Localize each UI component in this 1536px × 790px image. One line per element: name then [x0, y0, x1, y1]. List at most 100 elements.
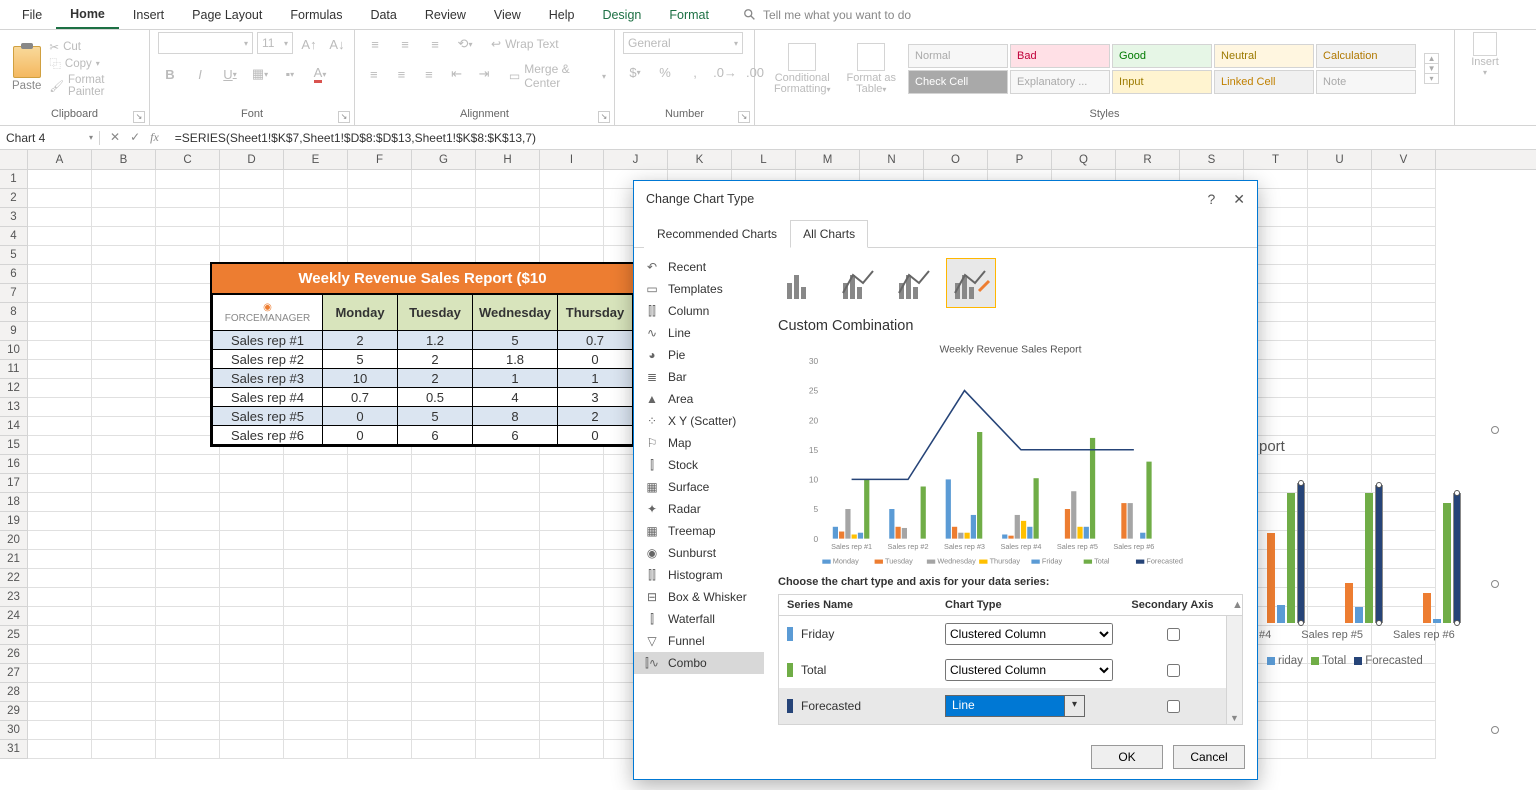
cell[interactable] [156, 721, 220, 740]
cell[interactable] [348, 227, 412, 246]
cell[interactable] [284, 474, 348, 493]
row-head-21[interactable]: 21 [0, 550, 28, 569]
cell[interactable] [348, 512, 412, 531]
row-head-28[interactable]: 28 [0, 683, 28, 702]
cell[interactable] [92, 474, 156, 493]
row-head-4[interactable]: 4 [0, 227, 28, 246]
copy-button[interactable]: ⿻Copy▾ [49, 56, 141, 72]
cell[interactable] [476, 569, 540, 588]
scrollbar[interactable]: ▼ [1226, 616, 1242, 724]
cell[interactable] [284, 664, 348, 683]
cell[interactable] [540, 569, 604, 588]
tab-file[interactable]: File [8, 2, 56, 28]
row-head-17[interactable]: 17 [0, 474, 28, 493]
series-row-total[interactable]: TotalClustered Column [779, 652, 1226, 688]
style-explanatory[interactable]: Explanatory ... [1010, 70, 1110, 94]
row-head-9[interactable]: 9 [0, 322, 28, 341]
cell[interactable] [220, 189, 284, 208]
cell[interactable] [28, 626, 92, 645]
chart-type-boxwhisker[interactable]: ⊟Box & Whisker [634, 586, 764, 608]
cancel-formula-icon[interactable]: ✕ [110, 130, 120, 145]
subtype-2[interactable] [890, 258, 940, 308]
col-head-S[interactable]: S [1180, 150, 1244, 169]
style-neutral[interactable]: Neutral [1214, 44, 1314, 68]
increase-font-button[interactable]: A↑ [297, 32, 321, 56]
cell[interactable] [540, 588, 604, 607]
cell[interactable] [412, 227, 476, 246]
cell[interactable] [348, 550, 412, 569]
number-format-select[interactable]: General▾ [623, 32, 743, 54]
cell[interactable] [348, 664, 412, 683]
cell[interactable] [92, 607, 156, 626]
cell[interactable] [412, 721, 476, 740]
cell[interactable] [156, 493, 220, 512]
launcher-font[interactable]: ↘ [338, 111, 350, 123]
align-bottom-button[interactable]: ≡ [423, 32, 447, 56]
cell[interactable] [284, 512, 348, 531]
row-head-15[interactable]: 15 [0, 436, 28, 455]
cell[interactable] [412, 455, 476, 474]
embedded-chart[interactable]: port #4Sales rep #5Sales rep #6 ridayTot… [1259, 430, 1519, 730]
cell[interactable] [476, 721, 540, 740]
style-bad[interactable]: Bad [1010, 44, 1110, 68]
cell[interactable] [92, 208, 156, 227]
orientation-button[interactable]: ⟲▾ [453, 32, 477, 56]
cell[interactable] [348, 474, 412, 493]
cell[interactable] [1372, 303, 1436, 322]
cell[interactable] [476, 208, 540, 227]
cell[interactable] [476, 645, 540, 664]
cancel-button[interactable]: Cancel [1173, 745, 1245, 769]
cell[interactable] [540, 208, 604, 227]
cell[interactable] [1308, 322, 1372, 341]
format-as-table-button[interactable]: Format asTable▾ [843, 43, 901, 95]
cell[interactable] [348, 645, 412, 664]
launcher-number[interactable]: ↘ [738, 111, 750, 123]
col-head-O[interactable]: O [924, 150, 988, 169]
row-head-12[interactable]: 12 [0, 379, 28, 398]
cell[interactable] [412, 531, 476, 550]
cell[interactable] [476, 664, 540, 683]
font-size-select[interactable]: 11▾ [257, 32, 293, 54]
cell[interactable] [540, 493, 604, 512]
cell[interactable] [28, 550, 92, 569]
cell[interactable] [92, 417, 156, 436]
cell[interactable] [92, 645, 156, 664]
cell[interactable] [220, 664, 284, 683]
row-head-3[interactable]: 3 [0, 208, 28, 227]
bold-button[interactable]: B [158, 62, 182, 86]
enter-formula-icon[interactable]: ✓ [130, 130, 140, 145]
row-head-18[interactable]: 18 [0, 493, 28, 512]
row-head-25[interactable]: 25 [0, 626, 28, 645]
name-box[interactable]: Chart 4▾ [0, 131, 100, 145]
cell[interactable] [156, 170, 220, 189]
cell[interactable] [92, 360, 156, 379]
cell[interactable] [156, 550, 220, 569]
cell[interactable] [348, 569, 412, 588]
col-head-C[interactable]: C [156, 150, 220, 169]
cell[interactable] [28, 569, 92, 588]
row-head-29[interactable]: 29 [0, 702, 28, 721]
cell[interactable] [476, 474, 540, 493]
cell[interactable] [92, 246, 156, 265]
cell[interactable] [476, 455, 540, 474]
subtype-1[interactable] [834, 258, 884, 308]
col-head-Q[interactable]: Q [1052, 150, 1116, 169]
col-head-E[interactable]: E [284, 150, 348, 169]
cut-button[interactable]: ✂Cut [49, 40, 141, 54]
cell[interactable] [412, 645, 476, 664]
conditional-formatting-button[interactable]: ConditionalFormatting▾ [770, 43, 835, 95]
cell[interactable] [348, 170, 412, 189]
chart-type-funnel[interactable]: ▽Funnel [634, 630, 764, 652]
cell[interactable] [1308, 227, 1372, 246]
chart-type-surface[interactable]: ▦Surface [634, 476, 764, 498]
tab-home[interactable]: Home [56, 1, 119, 29]
row-head-20[interactable]: 20 [0, 531, 28, 550]
chart-type-map[interactable]: ⚐Map [634, 432, 764, 454]
cell[interactable] [28, 493, 92, 512]
tab-data[interactable]: Data [356, 2, 410, 28]
col-head-L[interactable]: L [732, 150, 796, 169]
cell[interactable] [540, 664, 604, 683]
decimal-inc-button[interactable]: .0→ [713, 60, 737, 84]
chart-type-waterfall[interactable]: ⫿Waterfall [634, 608, 764, 630]
tab-formulas[interactable]: Formulas [276, 2, 356, 28]
